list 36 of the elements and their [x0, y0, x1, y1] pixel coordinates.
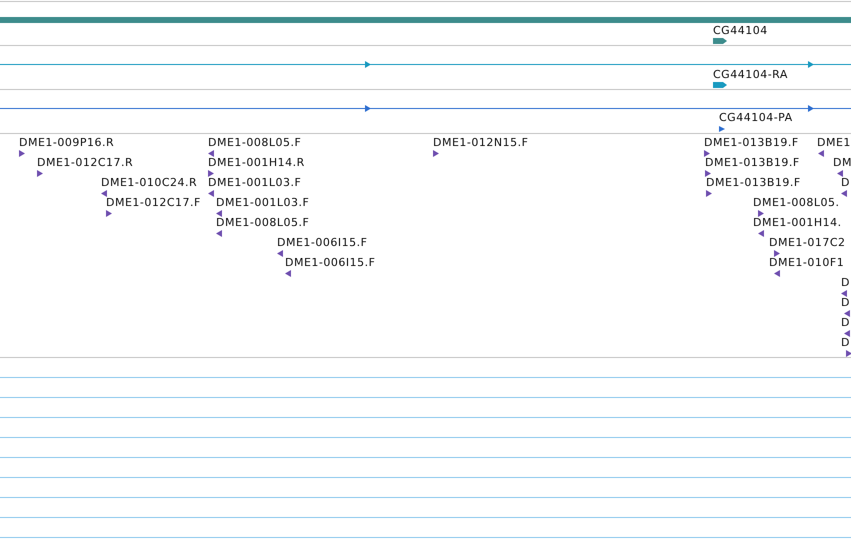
clone-label: DME1-001H14.R: [208, 156, 305, 169]
clone-label: DME1-010F1: [769, 256, 844, 269]
clone-label: DME1-010C24.R: [101, 176, 198, 189]
clone-label: DME1-001L03.F: [208, 176, 302, 189]
clone-label: DME1-001H14.: [753, 216, 842, 229]
clone-label: D: [841, 176, 850, 189]
clone-label: DME1-012N15.F: [433, 136, 528, 149]
clone-label: DME1-008L05.F: [216, 216, 310, 229]
feature-arrow-icon: [719, 126, 725, 132]
clone-label: DME1-008L05.F: [208, 136, 302, 149]
clone-label: DME1: [817, 136, 851, 149]
clone-label: DME1-012C17.R: [37, 156, 134, 169]
clone-label: DME1-013B19.F: [706, 176, 801, 189]
clone-label: DME1-001L03.F: [216, 196, 310, 209]
clone-label: DM: [833, 156, 851, 169]
clone-label: DME1-006I15.F: [285, 256, 376, 269]
clone-label: DME1-017C2: [769, 236, 846, 249]
clone-label: DME1-013B19.F: [705, 156, 800, 169]
clone-label: DME1-006I15.F: [277, 236, 368, 249]
right-arrow-icon: [365, 105, 371, 112]
right-arrow-icon: [808, 105, 814, 112]
clone-label: D: [841, 336, 850, 349]
feature-arrow-icon: [713, 38, 727, 44]
feature-label: CG44104-PA: [719, 111, 793, 124]
clone-label: DME1-012C17.F: [106, 196, 201, 209]
right-arrow-icon: [808, 61, 814, 68]
feature-label: CG44104: [713, 24, 768, 37]
right-arrow-icon: [365, 61, 371, 68]
clone-label: D: [841, 296, 850, 309]
clone-label: D: [841, 276, 850, 289]
clone-label: D: [841, 316, 850, 329]
clone-label: DME1-013B19.F: [704, 136, 799, 149]
feature-label: CG44104-RA: [713, 68, 788, 81]
clone-label: DME1-008L05.: [753, 196, 840, 209]
feature-arrow-icon: [713, 82, 727, 88]
clone-label: DME1-009P16.R: [19, 136, 114, 149]
